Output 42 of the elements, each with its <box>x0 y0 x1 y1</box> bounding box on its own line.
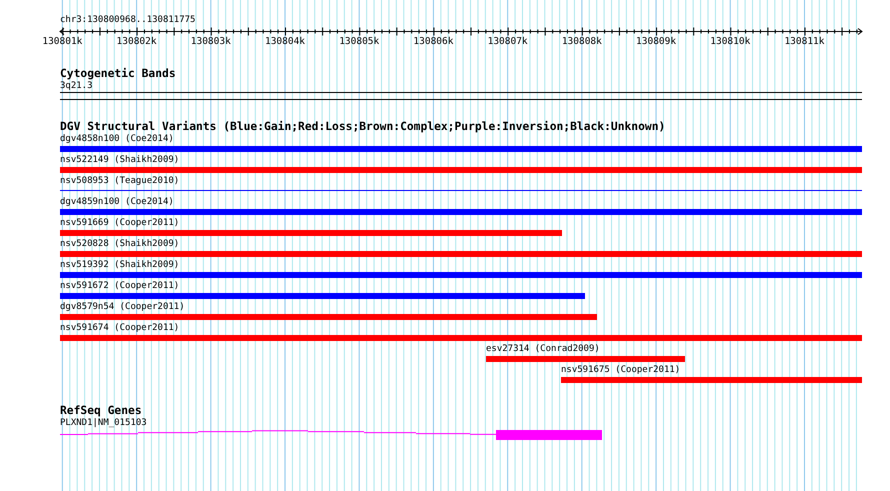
ruler-label: 130811k <box>784 36 824 46</box>
variant-label[interactable]: nsv508953 (Teague2010) <box>60 175 180 187</box>
variant-bar[interactable] <box>60 272 862 278</box>
variant-bar[interactable] <box>60 314 597 320</box>
variant-bar[interactable] <box>60 293 585 299</box>
ruler-label: 130809k <box>636 36 676 46</box>
variant-bar[interactable] <box>60 230 562 236</box>
variant-label[interactable]: nsv591674 (Cooper2011) <box>60 322 180 334</box>
variant-line[interactable] <box>60 190 862 191</box>
variant-bar[interactable] <box>60 146 862 152</box>
track-title: Cytogenetic Bands <box>60 68 176 80</box>
ruler-label: 130807k <box>488 36 528 46</box>
variant-label[interactable]: dgv4859n100 (Coe2014) <box>60 196 174 208</box>
track-title: RefSeq Genes <box>60 405 142 417</box>
variant-bar[interactable] <box>60 209 862 215</box>
variant-label[interactable]: nsv520828 (Shaikh2009) <box>60 238 180 250</box>
variant-bar[interactable] <box>60 251 862 257</box>
variant-bar[interactable] <box>60 335 862 341</box>
variant-label[interactable]: nsv522149 (Shaikh2009) <box>60 154 180 166</box>
variant-bar[interactable] <box>561 377 862 383</box>
variant-label[interactable]: nsv591669 (Cooper2011) <box>60 217 180 229</box>
variant-label[interactable]: esv27314 (Conrad2009) <box>486 343 600 355</box>
gene-label[interactable]: PLXND1|NM_015103 <box>60 417 147 429</box>
ruler-label: 130810k <box>710 36 750 46</box>
band-label: 3q21.3 <box>60 80 93 92</box>
ruler-label: 130803k <box>190 36 231 46</box>
ruler-label: 130806k <box>413 36 454 46</box>
variant-label[interactable]: nsv591675 (Cooper2011) <box>561 364 680 376</box>
ruler-label: 130804k <box>264 36 306 46</box>
ruler-label: 130802k <box>116 36 157 46</box>
variant-bar[interactable] <box>486 356 685 362</box>
region-label: chr3:130800968..130811775 <box>60 14 196 26</box>
ruler-label: 130808k <box>562 36 602 46</box>
variant-label[interactable]: dgv8579n54 (Cooper2011) <box>60 301 185 313</box>
variant-bar[interactable] <box>60 167 862 173</box>
track-title: DGV Structural Variants (Blue:Gain;Red:Loss;Brown:Complex;Purple:Inversion;Black:Unknown) <box>60 121 666 133</box>
variant-label[interactable]: dgv4858n100 (Coe2014) <box>60 133 174 145</box>
ruler-label: 130805k <box>339 36 380 46</box>
ruler-label: 130801k <box>42 36 82 46</box>
gene-model-drawing[interactable] <box>60 430 602 440</box>
variant-label[interactable]: nsv591672 (Cooper2011) <box>60 280 180 292</box>
variant-label[interactable]: nsv519392 (Shaikh2009) <box>60 259 180 271</box>
